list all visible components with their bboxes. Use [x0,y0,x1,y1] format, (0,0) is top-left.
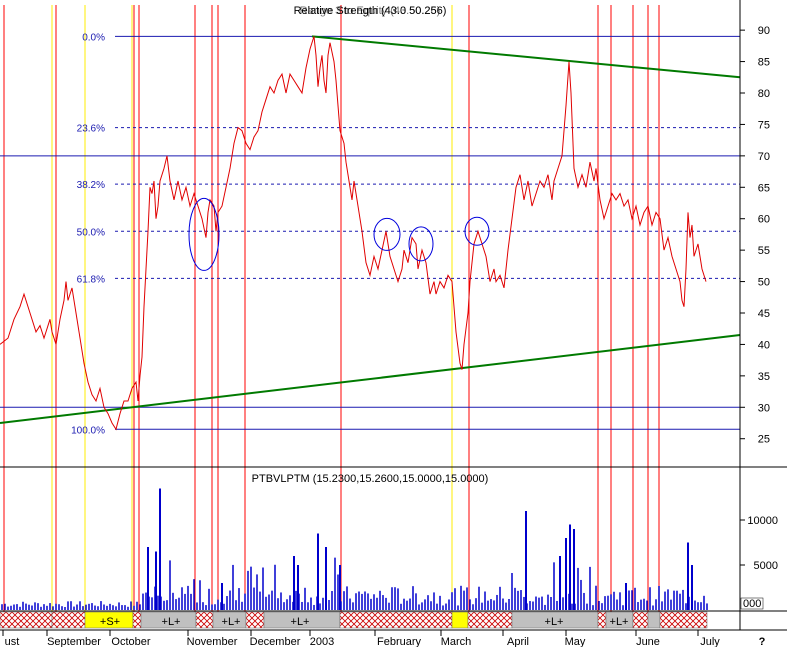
chart-title-overlay: Range 3 to Equity (43.50.26) [300,5,441,17]
price-tick-label: 50 [758,277,770,289]
signal-band-label: +L+ [610,616,629,628]
signal-band-segment [632,611,649,629]
highlight-circle [188,197,220,271]
price-tick-label: 55 [758,245,770,257]
price-tick-label: 30 [758,402,770,414]
price-tick-label: 45 [758,308,770,320]
red-marker-lines [3,5,660,612]
price-tick-label: 70 [758,151,770,163]
month-label: ust [5,636,20,647]
fib-level-label: 50.0% [77,227,105,238]
month-label: April [507,636,529,647]
signal-band-segment [659,611,708,629]
month-label: June [636,636,660,647]
labels: Relative Strength (43.0 50.256)Range 3 t… [2,5,766,647]
chart: 0.0% 23.6% 38.2% 50.0% 61.8% 100.0% PTBVLPTM … [0,0,787,647]
fib-level-label: 23.6% [77,124,105,135]
trend-line [0,334,741,424]
price-tick-label: 75 [758,119,770,131]
signal-band-label: +S+ [100,616,120,628]
trend-line [311,35,741,79]
signal-band-label: +L+ [545,616,564,628]
price-tick-label: 35 [758,371,770,383]
signal-band-segment [132,611,142,629]
price-line [0,36,707,431]
month-label: May [565,636,586,647]
signal-band-segment [467,611,513,629]
month-label: September [47,636,101,647]
price-tick-label: 90 [758,25,770,37]
month-label: July [700,636,720,647]
signal-band-segment [339,611,453,629]
price-tick-label: 65 [758,182,770,194]
signal-band-label: +L+ [162,616,181,628]
horizontal-reference-lines [0,155,740,408]
month-label: November [187,636,238,647]
month-label: March [441,636,472,647]
price-series [0,36,707,431]
price-tick-label: 60 [758,214,770,226]
signal-band-segment [195,611,214,629]
signal-band-label: +L+ [291,616,310,628]
volume-bars: PTBVLPTM (15.2300,15.2600,15.0000,15.000… [1,473,708,610]
volume-tick-label: 5000 [754,560,778,572]
volume-corner-label: 000 [743,598,761,610]
price-tick-label: 80 [758,88,770,100]
volume-indicator-label: PTBVLPTM (15.2300,15.2600,15.0000,15.000… [252,473,489,485]
signal-band-segment [0,611,53,629]
signal-band-label: +L+ [222,616,241,628]
fib-level-label: 100.0% [71,425,105,436]
volume-tick-label: 10000 [747,515,778,527]
month-label: February [377,636,422,647]
fib-level-label: 38.2% [77,180,105,191]
month-label: December [250,636,301,647]
signal-band-segment [51,611,86,629]
fib-level-label: 0.0% [82,32,105,43]
signal-bands: +S+ +L+ +L+ +L+ +L+ +L+ [0,611,708,629]
price-tick-label: 25 [758,434,770,446]
price-tick-label: 40 [758,339,770,351]
month-label: 2003 [310,636,334,647]
annotation-circles [188,197,490,271]
price-tick-label: 85 [758,57,770,69]
yellow-marker-lines [51,5,453,612]
signal-band-segment [245,611,265,629]
trend-lines [0,35,741,424]
signal-band-segment [647,611,661,629]
signal-band-segment [597,611,607,629]
signal-band-segment [451,611,469,629]
corner-mark: ? [759,636,766,647]
month-label: October [111,636,150,647]
fib-level-label: 61.8% [77,274,105,285]
axes: 25 30 35 40 45 50 55 60 65 70 75 80 85 90 5000 10000 000 [0,0,787,631]
